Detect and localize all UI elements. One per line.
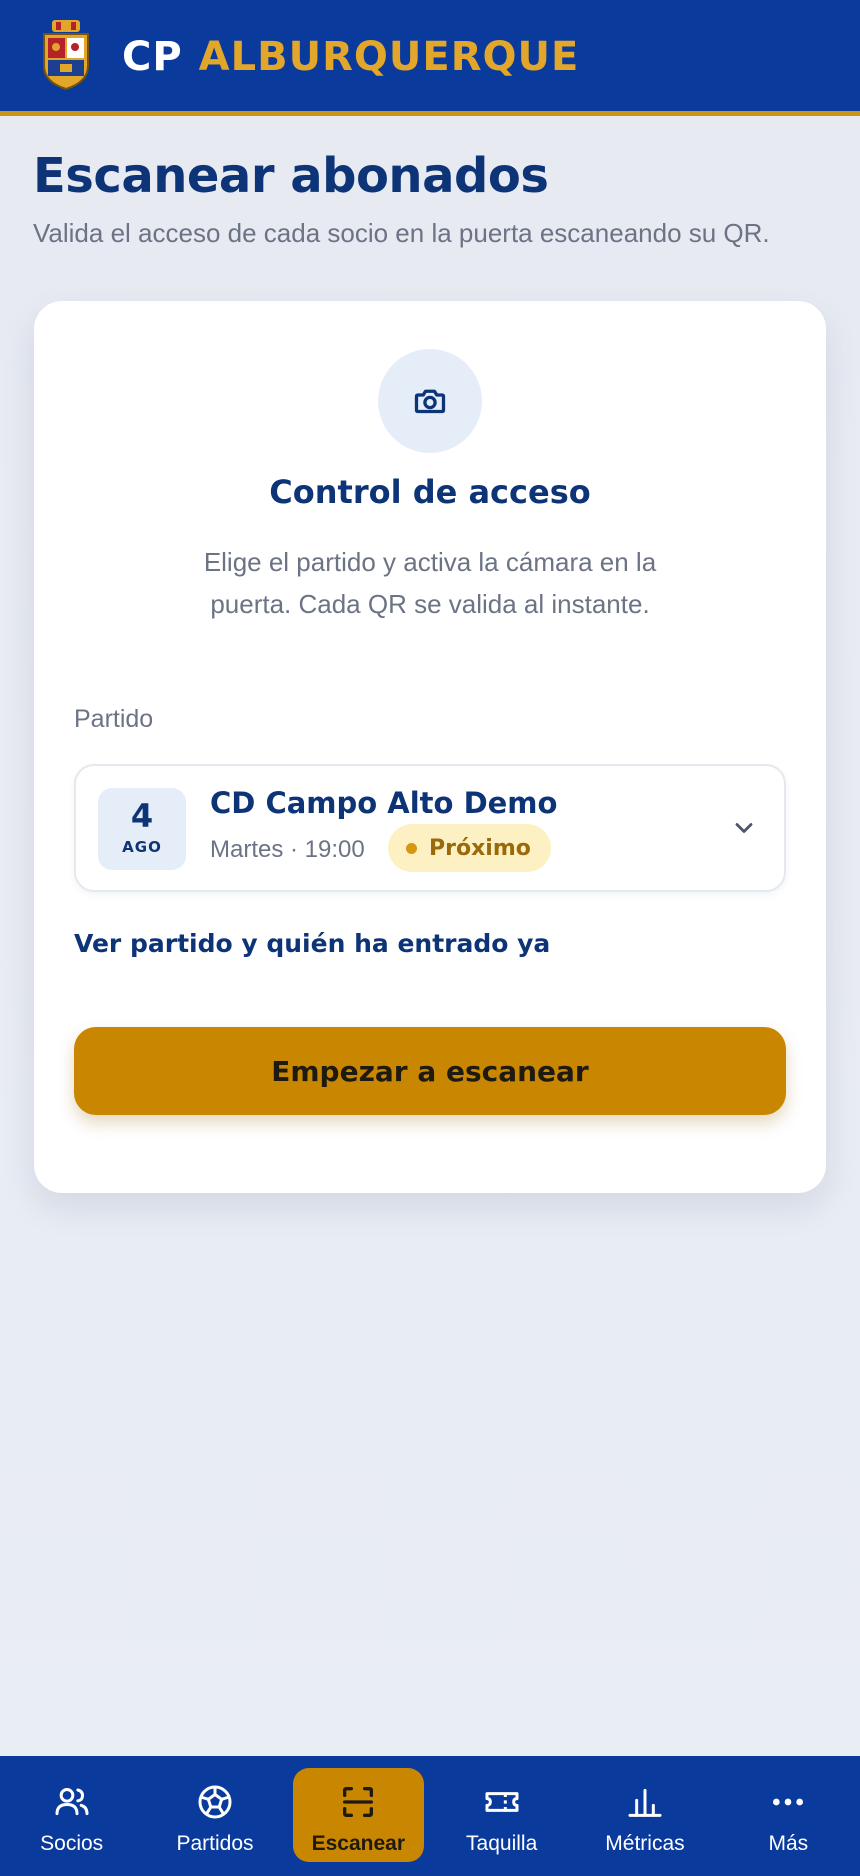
soccer-ball-icon: [198, 1785, 232, 1819]
nav-label-partidos: Partidos: [176, 1832, 254, 1855]
card-description: Elige el partido y activa la cámara en l…: [203, 547, 657, 619]
nav-item-socios[interactable]: Socios: [0, 1756, 143, 1876]
view-match-link[interactable]: Ver partido y quién ha entrado ya: [74, 929, 550, 958]
start-scan-button[interactable]: Empezar a escanear: [74, 1027, 786, 1115]
brand-title: CP ALBURQUERQUE: [122, 34, 579, 80]
nav-item-taquilla[interactable]: Taquilla: [430, 1756, 573, 1876]
nav-label-metricas: Métricas: [605, 1832, 685, 1855]
match-time: Martes · 19:00: [210, 836, 365, 863]
page-title: Escanear abonados: [33, 148, 549, 204]
club-crest-icon: [43, 20, 89, 90]
nav-item-escanear[interactable]: Escanear: [287, 1756, 430, 1876]
status-dot-icon: [406, 842, 417, 854]
status-badge: Próximo: [388, 824, 551, 872]
users-icon: [55, 1788, 89, 1816]
nav-item-partidos[interactable]: Partidos: [143, 1756, 286, 1876]
match-date-badge: 4 AGO: [98, 788, 186, 870]
nav-label-escanear: Escanear: [311, 1832, 406, 1855]
match-select[interactable]: 4 AGO CD Campo Alto Demo Martes · 19:00 …: [74, 764, 786, 892]
page-subtitle: Valida el acceso de cada socio en la pue…: [33, 218, 770, 248]
status-label: Próximo: [429, 835, 531, 861]
more-icon: [773, 1798, 804, 1806]
scan-icon: [343, 1787, 374, 1817]
chevron-down-icon: [735, 823, 753, 833]
card-title: Control de acceso: [269, 473, 591, 511]
ticket-icon: [485, 1792, 519, 1812]
bottom-nav: Socios Partidos Escanear Taquilla Métric…: [0, 1756, 860, 1876]
nav-item-mas[interactable]: Más: [717, 1756, 860, 1876]
nav-label-socios: Socios: [40, 1832, 104, 1855]
match-day: 4: [130, 797, 154, 835]
match-name: CD Campo Alto Demo: [210, 786, 558, 820]
nav-item-metricas[interactable]: Métricas: [573, 1756, 716, 1876]
app-header: CP ALBURQUERQUE: [0, 0, 860, 116]
match-field-label: Partido: [74, 705, 154, 733]
camera-icon: [414, 389, 446, 414]
nav-label-taquilla: Taquilla: [466, 1832, 538, 1855]
brand-prefix: CP: [122, 34, 183, 80]
access-control-card: Control de acceso Elige el partido y act…: [34, 301, 826, 1193]
nav-label-mas: Más: [768, 1832, 809, 1855]
brand-name: ALBURQUERQUE: [198, 34, 580, 80]
camera-icon-container: [378, 349, 482, 453]
bar-chart-icon: [628, 1788, 662, 1817]
match-month: AGO: [122, 838, 162, 856]
